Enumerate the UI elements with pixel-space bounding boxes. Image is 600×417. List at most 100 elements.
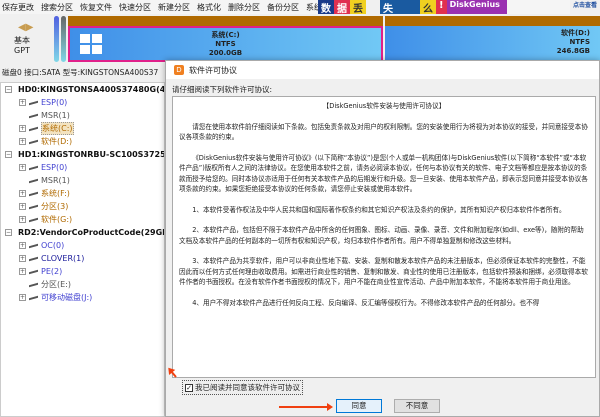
tree-partition[interactable]: + 软件(G:) bbox=[1, 213, 164, 226]
tree-label: 系统(F:) bbox=[41, 189, 70, 198]
toolbar-delete-partition[interactable]: 删除分区 bbox=[228, 2, 260, 13]
partition-icon bbox=[29, 113, 38, 118]
expand-icon[interactable]: + bbox=[19, 268, 26, 275]
partition-icon bbox=[29, 269, 38, 274]
partition-msr-bar[interactable] bbox=[61, 16, 66, 62]
tree-label: 可移动磁盘(J:) bbox=[41, 293, 93, 302]
partition-icon bbox=[29, 126, 38, 131]
expand-icon[interactable]: + bbox=[19, 294, 26, 301]
collapse-icon[interactable]: − bbox=[5, 229, 12, 236]
partition-icon bbox=[29, 282, 38, 287]
expand-icon[interactable]: + bbox=[19, 164, 26, 171]
partition-icon bbox=[29, 191, 38, 196]
tree-label: MSR(1) bbox=[41, 176, 70, 185]
tree-disk[interactable]: − RD2:VendorCoProductCode(29GB) bbox=[1, 226, 164, 239]
tree-partition[interactable]: + 软件(D:) bbox=[1, 135, 164, 148]
disk-scheme: GPT bbox=[14, 46, 30, 55]
expand-icon[interactable]: + bbox=[19, 99, 26, 106]
tree-partition[interactable]: +分区(E:) bbox=[1, 278, 164, 291]
tree-label: OC(0) bbox=[41, 241, 65, 250]
tree-partition[interactable]: + CLOVER(1) bbox=[1, 252, 164, 265]
agree-checkbox-label: 我已阅读并同意该软件许可协议 bbox=[195, 383, 300, 392]
partition-icon bbox=[29, 256, 38, 261]
checkbox-checked-icon[interactable]: ✓ bbox=[185, 383, 193, 392]
banner-gap bbox=[366, 0, 380, 14]
tree-partition[interactable]: + OC(0) bbox=[1, 239, 164, 252]
expand-icon[interactable]: + bbox=[19, 242, 26, 249]
toolbar-backup-partition[interactable]: 备份分区 bbox=[267, 2, 299, 13]
agree-checkbox[interactable]: ✓ 我已阅读并同意该软件许可协议 bbox=[182, 380, 303, 395]
banner-char: ! bbox=[436, 0, 447, 14]
tree-label: ESP(0) bbox=[41, 163, 68, 172]
tree-partition[interactable]: + PE(2) bbox=[1, 265, 164, 278]
diskgenius-app-icon: D bbox=[174, 65, 184, 75]
tree-partition[interactable]: + 系统(C:) bbox=[1, 122, 164, 135]
partition-c-block[interactable]: 系统(C:) NTFS 200.0GB bbox=[68, 16, 383, 62]
expand-icon[interactable]: + bbox=[19, 216, 26, 223]
tree-label: HD0:KINGSTONSA400S37480G(447 bbox=[18, 85, 165, 94]
banner-char: 么 bbox=[420, 0, 436, 15]
partition-esp-bar[interactable] bbox=[54, 16, 59, 62]
tree-label: ESP(0) bbox=[41, 98, 68, 107]
banner-brand: DiskGenius bbox=[446, 0, 507, 14]
disk-map: ◀▶ 基本 GPT 系统(C:) NTFS 200.0GB 软件(D:) NTFS… bbox=[0, 14, 600, 64]
tree-partition[interactable]: + 分区(3) bbox=[1, 200, 164, 213]
license-paragraph: 请您在使用本软件前仔细阅读如下条款。包括免责条款及对用户的权利限制。您的安装使用… bbox=[179, 122, 588, 142]
license-paragraph: 1、本软件受著作权法及中华人民共和国和国际著作权条约和其它知识产权法及条约的保护… bbox=[192, 205, 566, 214]
partition-name: 软件(D:) bbox=[560, 29, 590, 37]
expand-icon[interactable]: + bbox=[19, 190, 26, 197]
expand-icon[interactable]: + bbox=[19, 138, 26, 145]
tree-partition[interactable]: +MSR(1) bbox=[1, 109, 164, 122]
toolbar-format[interactable]: 格式化 bbox=[197, 2, 221, 13]
expand-icon[interactable]: + bbox=[19, 255, 26, 262]
tree-partition[interactable]: +MSR(1) bbox=[1, 174, 164, 187]
toolbar-quick-partition[interactable]: 快速分区 bbox=[119, 2, 151, 13]
expand-icon[interactable]: + bbox=[19, 125, 26, 132]
toolbar-new-partition[interactable]: 新建分区 bbox=[158, 2, 190, 13]
license-dialog: D 软件许可协议 请仔细阅读下列软件许可协议: 【DiskGenius软件安装与使… bbox=[165, 60, 600, 417]
tree-partition[interactable]: + 系统(F:) bbox=[1, 187, 164, 200]
tree-partition[interactable]: + ESP(0) bbox=[1, 161, 164, 174]
partition-fs: NTFS bbox=[569, 38, 590, 46]
tree-label: 软件(G:) bbox=[41, 215, 73, 224]
tree-label: 分区(E:) bbox=[41, 280, 71, 289]
banner-char: 数 bbox=[318, 0, 334, 15]
expand-icon[interactable]: + bbox=[19, 203, 26, 210]
toolbar-save[interactable]: 保存更改 bbox=[2, 2, 34, 13]
tree-partition[interactable]: + ESP(0) bbox=[1, 96, 164, 109]
tree-disk[interactable]: − HD1:KINGSTONRBU-SC100S37256G bbox=[1, 148, 164, 161]
partition-icon bbox=[29, 243, 38, 248]
dialog-instruction: 请仔细阅读下列软件许可协议: bbox=[172, 85, 273, 94]
collapse-icon[interactable]: − bbox=[5, 86, 12, 93]
banner-char: 失 bbox=[380, 0, 420, 15]
dialog-title: 软件许可协议 bbox=[189, 65, 237, 75]
banner-char: 丢 bbox=[350, 0, 366, 15]
tree-label: MSR(1) bbox=[41, 111, 70, 120]
banner-link[interactable]: 点击查看 bbox=[569, 0, 600, 14]
toolbar-search-partition[interactable]: 搜索分区 bbox=[41, 2, 73, 13]
license-paragraph: 4、用户不得对本软件产品进行任何反向工程、反向编译、反汇编等侵权行为。不得修改本… bbox=[192, 298, 540, 307]
ad-banner[interactable]: 数 据 丢 失 么 ! DiskGenius 点击查看 bbox=[318, 0, 600, 15]
disk-label: 基本 GPT bbox=[14, 36, 30, 56]
toolbar-recover-files[interactable]: 恢复文件 bbox=[80, 2, 112, 13]
partition-icon bbox=[29, 100, 38, 105]
partition-icon bbox=[29, 165, 38, 170]
disk-nav-arrows-icon[interactable]: ◀▶ bbox=[18, 22, 33, 33]
license-paragraph: 《DiskGenius软件安装与使用许可协议》(以下简称“本协议”)是您(个人或… bbox=[179, 153, 588, 194]
license-heading: 【DiskGenius软件安装与使用许可协议】 bbox=[322, 102, 446, 110]
tree-label: 软件(D:) bbox=[41, 137, 73, 146]
tree-label: PE(2) bbox=[41, 267, 63, 276]
disagree-button[interactable]: 不同意 bbox=[394, 399, 440, 413]
tree-partition[interactable]: + 可移动磁盘(J:) bbox=[1, 291, 164, 304]
disk-type: 基本 bbox=[14, 36, 30, 45]
partition-d-block[interactable]: 软件(D:) NTFS 246.8GB bbox=[385, 16, 600, 62]
disk-info: 磁盘0 接口:SATA 型号:KINGSTONSA400S37 bbox=[2, 68, 159, 77]
tree-disk[interactable]: − HD0:KINGSTONSA400S37480G(447 bbox=[1, 83, 164, 96]
license-text-area[interactable]: 【DiskGenius软件安装与使用许可协议】 请您在使用本软件前仔细阅读如下条… bbox=[172, 96, 596, 378]
partition-icon bbox=[29, 178, 38, 183]
tree-label: 分区(3) bbox=[41, 202, 69, 211]
tree-label: HD1:KINGSTONRBU-SC100S37256G bbox=[18, 150, 165, 159]
agree-button[interactable]: 同意 bbox=[336, 399, 382, 413]
partition-icon bbox=[29, 139, 38, 144]
collapse-icon[interactable]: − bbox=[5, 151, 12, 158]
